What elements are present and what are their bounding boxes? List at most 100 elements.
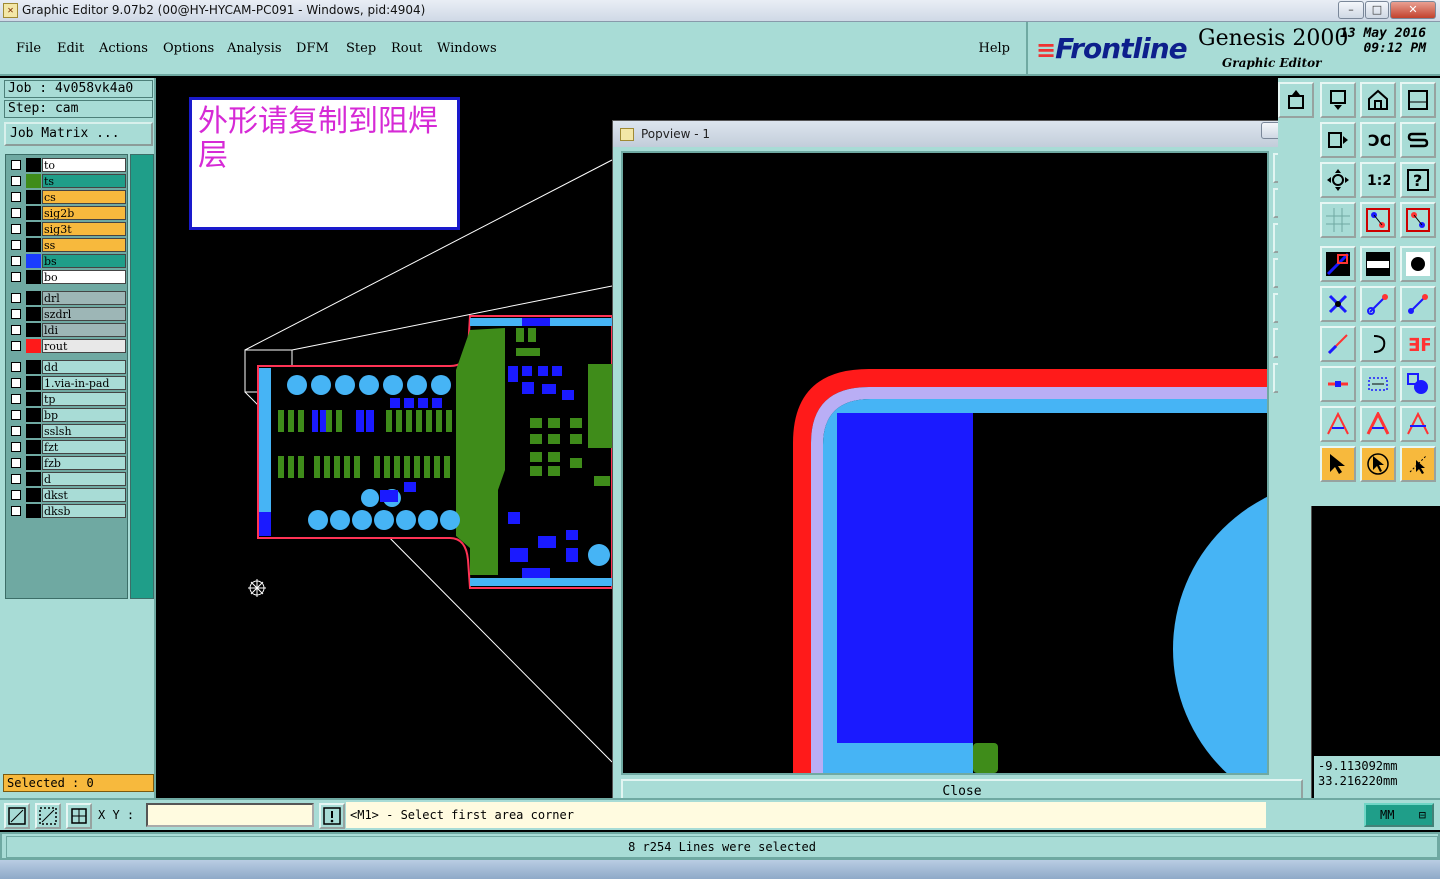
- layer-checkbox[interactable]: [11, 293, 21, 303]
- layer-row-fzb[interactable]: fzb: [8, 456, 126, 470]
- text-f-icon[interactable]: ∃F: [1400, 326, 1436, 362]
- layer-name[interactable]: 1.via-in-pad: [42, 376, 126, 390]
- layer-color-swatch[interactable]: [26, 472, 41, 486]
- select-pointer-icon[interactable]: [1320, 446, 1356, 482]
- mirror-icon[interactable]: ƆO: [1360, 122, 1396, 158]
- move-center-icon[interactable]: [1320, 162, 1356, 198]
- layer-checkbox[interactable]: [11, 272, 21, 282]
- grid-icon[interactable]: [1320, 202, 1356, 238]
- layer-color-swatch[interactable]: [26, 206, 41, 220]
- layer-row-bp[interactable]: bp: [8, 408, 126, 422]
- layer-name[interactable]: dksb: [42, 504, 126, 518]
- scale-1-2-icon[interactable]: 1:2: [1360, 162, 1396, 198]
- layer-name[interactable]: ss: [42, 238, 126, 252]
- layer-name[interactable]: rout: [42, 339, 126, 353]
- color-draw-icon[interactable]: [1320, 246, 1356, 282]
- layer-color-swatch[interactable]: [26, 174, 41, 188]
- layer-checkbox[interactable]: [11, 410, 21, 420]
- layer-name[interactable]: d: [42, 472, 126, 486]
- layer-checkbox[interactable]: [11, 506, 21, 516]
- net-compare-icon[interactable]: [1400, 202, 1436, 238]
- layer-color-swatch[interactable]: [26, 254, 41, 268]
- layer-name[interactable]: sig2b: [42, 206, 126, 220]
- pad-icon[interactable]: [1400, 246, 1436, 282]
- layer-row-dksb[interactable]: dksb: [8, 504, 126, 518]
- ruler-icon[interactable]: [1360, 246, 1396, 282]
- zoom-window-icon[interactable]: [4, 803, 30, 829]
- layer-list-scrollbar[interactable]: [130, 154, 154, 599]
- close-window-button[interactable]: ✕: [1390, 1, 1436, 19]
- menu-step[interactable]: Step: [346, 41, 376, 56]
- select-multi-icon[interactable]: [1400, 446, 1436, 482]
- layer-checkbox[interactable]: [11, 160, 21, 170]
- view-pan-up-icon[interactable]: [1278, 82, 1314, 118]
- line-red-icon[interactable]: [1320, 366, 1356, 402]
- popview-canvas[interactable]: [621, 151, 1269, 775]
- maximize-button[interactable]: □: [1365, 1, 1389, 19]
- layer-row-szdrl[interactable]: szdrl: [8, 307, 126, 321]
- layer-row-dd[interactable]: dd: [8, 360, 126, 374]
- layer-color-swatch[interactable]: [26, 392, 41, 406]
- layer-row-tp[interactable]: tp: [8, 392, 126, 406]
- layer-name[interactable]: dkst: [42, 488, 126, 502]
- snap-b-icon[interactable]: [1360, 406, 1396, 442]
- query-icon[interactable]: ?: [1400, 162, 1436, 198]
- menu-rout[interactable]: Rout: [391, 41, 422, 56]
- menu-edit[interactable]: Edit: [57, 41, 84, 56]
- layer-color-swatch[interactable]: [26, 291, 41, 305]
- layer-row-sig3t[interactable]: sig3t: [8, 222, 126, 236]
- layer-checkbox[interactable]: [11, 224, 21, 234]
- layer-name[interactable]: fzb: [42, 456, 126, 470]
- layer-color-swatch[interactable]: [26, 360, 41, 374]
- layer-color-swatch[interactable]: [26, 190, 41, 204]
- layer-row-sig2b[interactable]: sig2b: [8, 206, 126, 220]
- layer-row-rout[interactable]: rout: [8, 339, 126, 353]
- menu-file[interactable]: File: [16, 41, 41, 56]
- menu-dfm[interactable]: DFM: [296, 41, 329, 56]
- layer-row-d[interactable]: d: [8, 472, 126, 486]
- layer-row-ts[interactable]: ts: [8, 174, 126, 188]
- layer-row-bo[interactable]: bo: [8, 270, 126, 284]
- measure-icon[interactable]: [1360, 366, 1396, 402]
- menu-windows[interactable]: Windows: [437, 41, 497, 56]
- layer-row-fzt[interactable]: fzt: [8, 440, 126, 454]
- home-view-icon[interactable]: [1360, 82, 1396, 118]
- layer-color-swatch[interactable]: [26, 339, 41, 353]
- layer-checkbox[interactable]: [11, 394, 21, 404]
- layer-name[interactable]: fzt: [42, 440, 126, 454]
- redraw-icon[interactable]: [1400, 122, 1436, 158]
- job-matrix-button[interactable]: Job Matrix ...: [4, 122, 153, 146]
- layer-checkbox[interactable]: [11, 490, 21, 500]
- layer-row-ldi[interactable]: ldi: [8, 323, 126, 337]
- menu-actions[interactable]: Actions: [99, 41, 148, 56]
- layer-checkbox[interactable]: [11, 240, 21, 250]
- layer-name[interactable]: ldi: [42, 323, 126, 337]
- layer-color-swatch[interactable]: [26, 376, 41, 390]
- layer-row-dkst[interactable]: dkst: [8, 488, 126, 502]
- layer-color-swatch[interactable]: [26, 408, 41, 422]
- layer-checkbox[interactable]: [11, 176, 21, 186]
- layer-name[interactable]: drl: [42, 291, 126, 305]
- layer-row-cs[interactable]: cs: [8, 190, 126, 204]
- layer-color-swatch[interactable]: [26, 323, 41, 337]
- pan-down-icon[interactable]: [1320, 82, 1356, 118]
- layer-checkbox[interactable]: [11, 309, 21, 319]
- layer-checkbox[interactable]: [11, 192, 21, 202]
- layer-checkbox[interactable]: [11, 208, 21, 218]
- layer-row-to[interactable]: to: [8, 158, 126, 172]
- layer-name[interactable]: sslsh: [42, 424, 126, 438]
- layer-row-bs[interactable]: bs: [8, 254, 126, 268]
- layer-color-swatch[interactable]: [26, 456, 41, 470]
- snap-a-icon[interactable]: [1320, 406, 1356, 442]
- layer-checkbox[interactable]: [11, 341, 21, 351]
- layer-checkbox[interactable]: [11, 325, 21, 335]
- layer-row-sslsh[interactable]: sslsh: [8, 424, 126, 438]
- layer-name[interactable]: to: [42, 158, 126, 172]
- layer-color-swatch[interactable]: [26, 307, 41, 321]
- layer-row-1.via-in-pad[interactable]: 1.via-in-pad: [8, 376, 126, 390]
- layer-color-swatch[interactable]: [26, 222, 41, 236]
- line-add-icon[interactable]: [1360, 286, 1396, 322]
- layer-name[interactable]: tp: [42, 392, 126, 406]
- cross-select-icon[interactable]: [1320, 286, 1356, 322]
- layer-checkbox[interactable]: [11, 256, 21, 266]
